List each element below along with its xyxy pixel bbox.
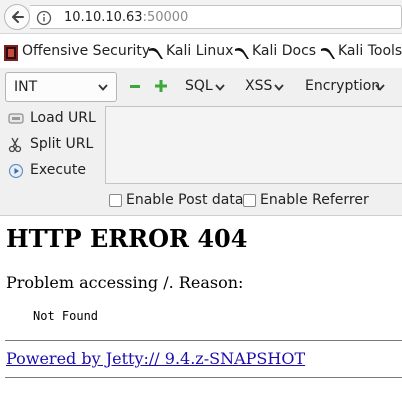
page-title: HTTP ERROR 404: [6, 224, 248, 253]
scissors-icon: [8, 137, 22, 153]
decrease-button[interactable]: [129, 78, 141, 94]
problem-text: Problem accessing /. Reason:: [6, 273, 244, 292]
kali-dragon-icon: [235, 47, 249, 59]
kali-dragon-icon: [149, 47, 163, 59]
info-icon[interactable]: [36, 10, 52, 26]
enable-referrer-checkbox[interactable]: Enable Referrer: [243, 192, 369, 210]
kali-dragon-icon: [321, 47, 335, 59]
play-icon: [8, 163, 24, 179]
back-arrow-icon: [12, 11, 24, 23]
url-bar: 10.10.10.63:50000: [0, 0, 402, 34]
enable-post-data-checkbox[interactable]: Enable Post data: [109, 192, 243, 210]
hackbar-panel: INT SQL XSS Encryption Load URL Split UR…: [0, 68, 402, 216]
load-url-icon: [8, 113, 24, 124]
url-textarea[interactable]: [105, 106, 402, 184]
chevron-down-icon: [215, 84, 225, 91]
encryption-menu[interactable]: Encryption: [305, 76, 387, 98]
increase-button[interactable]: [154, 78, 168, 94]
back-button[interactable]: [4, 4, 30, 30]
bookmarks-toolbar: Offensive Security Kali Linux Kali Docs …: [0, 38, 402, 66]
checkbox-box[interactable]: [109, 194, 122, 207]
chevron-down-icon: [274, 84, 284, 91]
divider: [5, 340, 402, 341]
url-field[interactable]: 10.10.10.63:50000: [30, 5, 402, 29]
chevron-down-icon: [375, 84, 385, 91]
checkbox-box[interactable]: [243, 194, 256, 207]
divider: [5, 377, 402, 378]
type-select[interactable]: INT: [5, 72, 117, 102]
split-url-button[interactable]: Split URL: [8, 134, 98, 156]
load-url-button[interactable]: Load URL: [8, 108, 98, 130]
url-text: 10.10.10.63:50000: [64, 10, 189, 25]
execute-button[interactable]: Execute: [8, 160, 98, 182]
chevron-down-icon: [98, 84, 108, 91]
powered-by-link[interactable]: Powered by Jetty:// 9.4.z-SNAPSHOT: [6, 349, 305, 368]
xss-menu[interactable]: XSS: [245, 76, 287, 98]
offsec-icon: [4, 45, 18, 61]
reason-text: Not Found: [33, 309, 99, 323]
sql-menu[interactable]: SQL: [185, 76, 227, 98]
